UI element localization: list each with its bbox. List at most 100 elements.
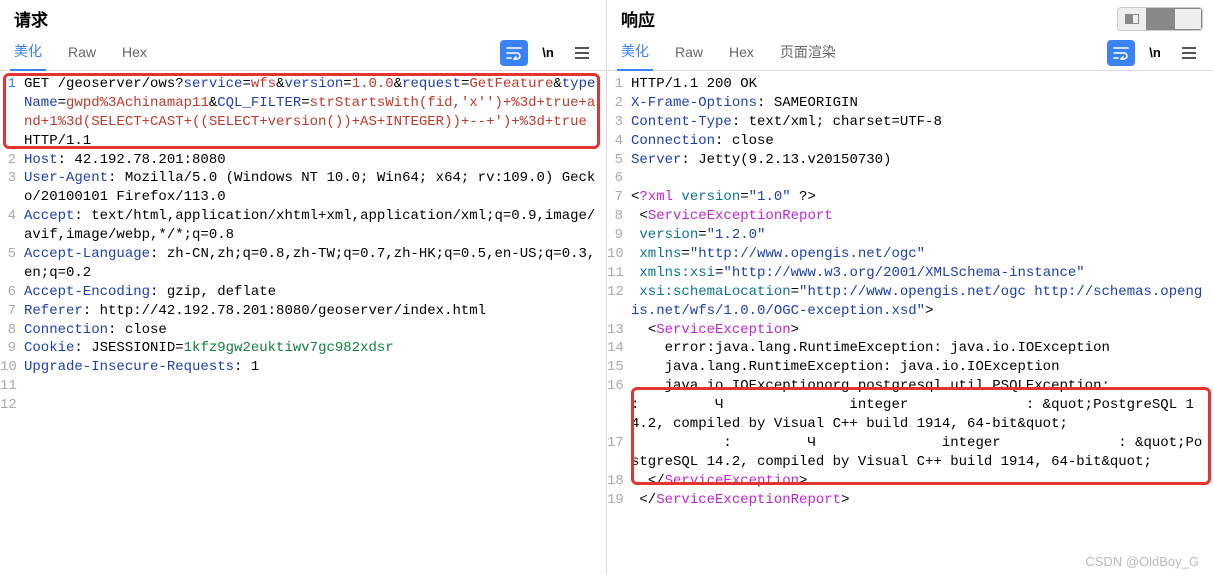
line-number: 18 [607, 472, 627, 491]
line-number: 6 [607, 169, 627, 188]
code-line: 1HTTP/1.1 200 OK [607, 75, 1213, 94]
line-number: 7 [0, 302, 20, 321]
line-number: 8 [607, 207, 627, 226]
line-content[interactable]: Cookie: JSESSIONID=1kfz9gw2euktiwv7gc982… [20, 339, 606, 358]
response-code[interactable]: 1HTTP/1.1 200 OK2X-Frame-Options: SAMEOR… [607, 71, 1213, 575]
code-line: 19 </ServiceExceptionReport> [607, 491, 1213, 510]
code-line: 5Accept-Language: zh-CN,zh;q=0.8,zh-TW;q… [0, 245, 606, 283]
split-view: 请求 美化 Raw Hex \n 1GET /geoserver/ows?ser… [0, 0, 1213, 575]
line-content[interactable]: Connection: close [627, 132, 1213, 151]
line-content[interactable]: xsi:schemaLocation="http://www.opengis.n… [627, 283, 1213, 321]
line-content[interactable]: : Ч integer : &quot;PostgreSQL 14.2, com… [627, 434, 1213, 472]
line-number: 2 [607, 94, 627, 113]
line-content[interactable]: Host: 42.192.78.201:8080 [20, 151, 606, 170]
response-pane: 响应 美化 Raw Hex 页面渲染 \n 1HTTP/1.1 200 OK2X… [607, 0, 1213, 575]
watermark: CSDN @OldBoy_G [1085, 554, 1199, 569]
line-content[interactable]: </ServiceException> [627, 472, 1213, 491]
line-content[interactable]: Referer: http://42.192.78.201:8080/geose… [20, 302, 606, 321]
line-content[interactable]: </ServiceExceptionReport> [627, 491, 1213, 510]
request-pane: 请求 美化 Raw Hex \n 1GET /geoserver/ows?ser… [0, 0, 607, 575]
line-content[interactable]: GET /geoserver/ows?service=wfs&version=1… [20, 75, 606, 151]
code-line: 8Connection: close [0, 321, 606, 340]
line-content[interactable]: <?xml version="1.0" ?> [627, 188, 1213, 207]
code-line: 5Server: Jetty(9.2.13.v20150730) [607, 151, 1213, 170]
code-line: 12 [0, 396, 606, 415]
code-line: 14 error:java.lang.RuntimeException: jav… [607, 339, 1213, 358]
code-line: 7Referer: http://42.192.78.201:8080/geos… [0, 302, 606, 321]
tab-hex-res[interactable]: Hex [725, 38, 758, 68]
line-content[interactable] [20, 377, 606, 396]
code-line: 18 </ServiceException> [607, 472, 1213, 491]
response-title: 响应 [621, 6, 655, 31]
request-title: 请求 [14, 6, 48, 31]
line-content[interactable]: X-Frame-Options: SAMEORIGIN [627, 94, 1213, 113]
tab-pretty-res[interactable]: 美化 [617, 35, 653, 71]
line-content[interactable]: Server: Jetty(9.2.13.v20150730) [627, 151, 1213, 170]
request-toolbar: \n [500, 40, 596, 66]
menu-icon-res[interactable] [1175, 40, 1203, 66]
request-code[interactable]: 1GET /geoserver/ows?service=wfs&version=… [0, 71, 606, 575]
line-number: 15 [607, 358, 627, 377]
line-content[interactable]: User-Agent: Mozilla/5.0 (Windows NT 10.0… [20, 169, 606, 207]
line-number: 2 [0, 151, 20, 170]
code-line: 11 [0, 377, 606, 396]
code-line: 3User-Agent: Mozilla/5.0 (Windows NT 10.… [0, 169, 606, 207]
tab-hex[interactable]: Hex [118, 38, 151, 68]
line-content[interactable]: java.lang.RuntimeException: java.io.IOEx… [627, 358, 1213, 377]
line-number: 3 [607, 113, 627, 132]
view-split[interactable] [1118, 8, 1146, 30]
tab-render-res[interactable]: 页面渲染 [776, 36, 840, 70]
code-line: 2X-Frame-Options: SAMEORIGIN [607, 94, 1213, 113]
line-content[interactable] [627, 169, 1213, 188]
code-line: 6Accept-Encoding: gzip, deflate [0, 283, 606, 302]
menu-icon[interactable] [568, 40, 596, 66]
tab-pretty[interactable]: 美化 [10, 35, 46, 71]
line-content[interactable]: HTTP/1.1 200 OK [627, 75, 1213, 94]
line-content[interactable]: Accept-Encoding: gzip, deflate [20, 283, 606, 302]
line-number: 1 [607, 75, 627, 94]
view-single[interactable] [1146, 8, 1174, 30]
newline-icon-res[interactable]: \n [1141, 40, 1169, 66]
line-number: 9 [607, 226, 627, 245]
request-tabs: 美化 Raw Hex \n [0, 35, 606, 71]
view-toggle[interactable] [1117, 7, 1203, 31]
wrap-icon-res[interactable] [1107, 40, 1135, 66]
code-line: 10Upgrade-Insecure-Requests: 1 [0, 358, 606, 377]
code-line: 1GET /geoserver/ows?service=wfs&version=… [0, 75, 606, 151]
line-content[interactable]: Upgrade-Insecure-Requests: 1 [20, 358, 606, 377]
line-content[interactable]: version="1.2.0" [627, 226, 1213, 245]
code-line: 4Accept: text/html,application/xhtml+xml… [0, 207, 606, 245]
code-line: 9 version="1.2.0" [607, 226, 1213, 245]
line-content[interactable]: Content-Type: text/xml; charset=UTF-8 [627, 113, 1213, 132]
line-content[interactable]: java.io.IOExceptionorg.postgresql.util.P… [627, 377, 1213, 434]
line-number: 12 [607, 283, 627, 321]
line-content[interactable] [20, 396, 606, 415]
request-header: 请求 [0, 0, 606, 35]
response-header: 响应 [607, 0, 1213, 35]
line-number: 3 [0, 169, 20, 207]
line-content[interactable]: xmlns="http://www.opengis.net/ogc" [627, 245, 1213, 264]
line-number: 9 [0, 339, 20, 358]
line-number: 8 [0, 321, 20, 340]
code-line: 4Connection: close [607, 132, 1213, 151]
line-content[interactable]: <ServiceExceptionReport [627, 207, 1213, 226]
code-line: 15 java.lang.RuntimeException: java.io.I… [607, 358, 1213, 377]
newline-icon[interactable]: \n [534, 40, 562, 66]
line-content[interactable]: <ServiceException> [627, 321, 1213, 340]
view-boxed[interactable] [1174, 8, 1202, 30]
code-line: 13 <ServiceException> [607, 321, 1213, 340]
line-content[interactable]: Accept-Language: zh-CN,zh;q=0.8,zh-TW;q=… [20, 245, 606, 283]
line-content[interactable]: xmlns:xsi="http://www.w3.org/2001/XMLSch… [627, 264, 1213, 283]
line-number: 4 [607, 132, 627, 151]
tab-raw[interactable]: Raw [64, 38, 100, 68]
line-content[interactable]: error:java.lang.RuntimeException: java.i… [627, 339, 1213, 358]
line-number: 7 [607, 188, 627, 207]
code-line: 7<?xml version="1.0" ?> [607, 188, 1213, 207]
line-content[interactable]: Connection: close [20, 321, 606, 340]
line-number: 12 [0, 396, 20, 415]
line-number: 5 [607, 151, 627, 170]
line-content[interactable]: Accept: text/html,application/xhtml+xml,… [20, 207, 606, 245]
tab-raw-res[interactable]: Raw [671, 38, 707, 68]
line-number: 10 [607, 245, 627, 264]
wrap-icon[interactable] [500, 40, 528, 66]
